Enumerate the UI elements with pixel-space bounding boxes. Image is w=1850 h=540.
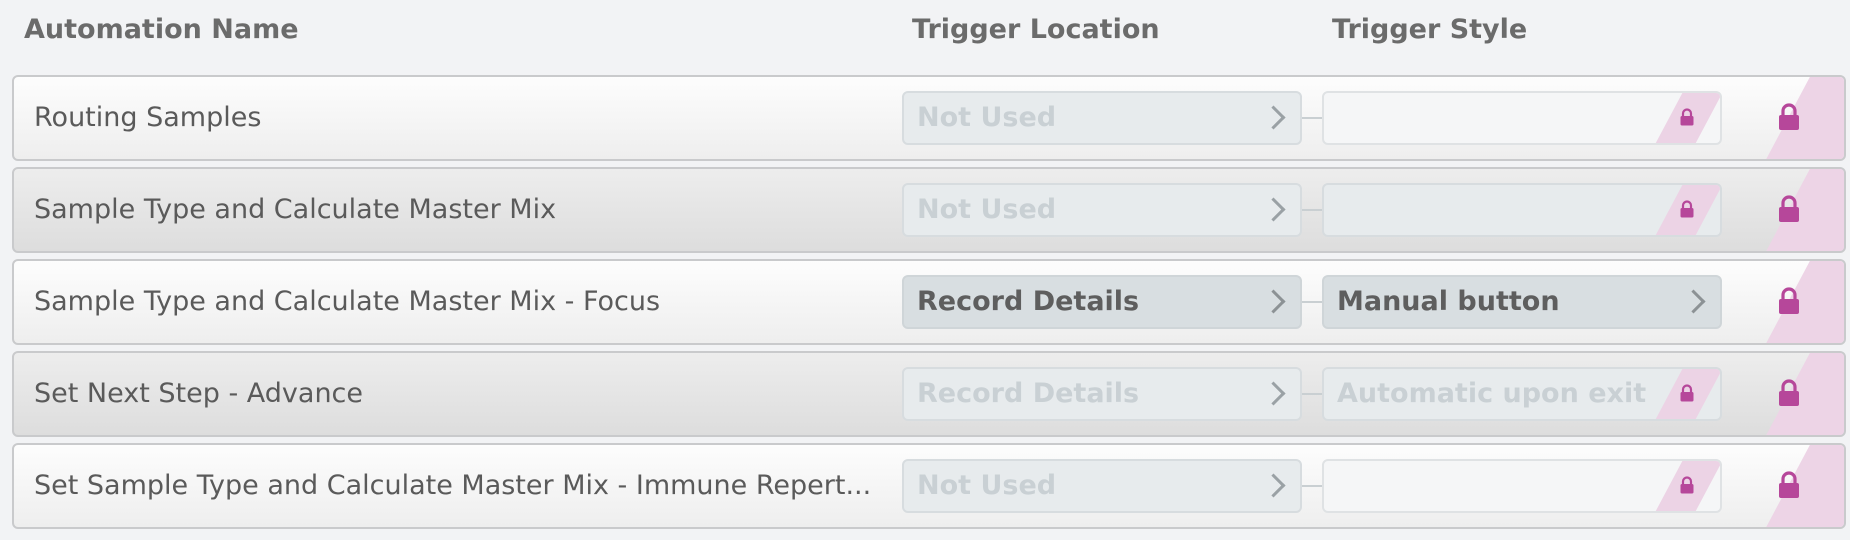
trigger-location-select[interactable]: Record Details	[902, 275, 1302, 329]
lock-icon	[1680, 108, 1694, 126]
field-connector	[1302, 301, 1322, 303]
column-header-automation-name: Automation Name	[24, 14, 299, 45]
trigger-location-select: Record Details	[902, 367, 1302, 421]
lock-icon	[1680, 476, 1694, 494]
automation-name: Set Next Step - Advance	[34, 378, 364, 409]
trigger-location-select: Not Used	[902, 183, 1302, 237]
automation-row[interactable]: Set Sample Type and Calculate Master Mix…	[12, 443, 1846, 529]
chevron-right-icon	[1681, 289, 1706, 314]
trigger-location-value: Not Used	[917, 102, 1057, 133]
trigger-location-value: Not Used	[917, 470, 1057, 501]
trigger-style-select	[1322, 91, 1722, 145]
lock-icon[interactable]	[1778, 379, 1800, 407]
automation-row[interactable]: Sample Type and Calculate Master Mix - F…	[12, 259, 1846, 345]
chevron-right-icon	[1261, 473, 1286, 498]
automation-row[interactable]: Set Next Step - Advance Record Details A…	[12, 351, 1846, 437]
field-connector	[1302, 117, 1322, 119]
trigger-style-select[interactable]: Manual button	[1322, 275, 1722, 329]
automations-table: Automation Name Trigger Location Trigger…	[0, 0, 1850, 540]
chevron-right-icon	[1261, 105, 1286, 130]
automation-name: Set Sample Type and Calculate Master Mix…	[34, 470, 872, 501]
trigger-location-value: Not Used	[917, 194, 1057, 225]
trigger-location-select: Not Used	[902, 459, 1302, 513]
row-lock-stripe	[1762, 169, 1844, 251]
chevron-right-icon	[1261, 381, 1286, 406]
chevron-right-icon	[1261, 197, 1286, 222]
chevron-right-icon	[1261, 289, 1286, 314]
trigger-style-select: Automatic upon exit	[1322, 367, 1722, 421]
trigger-style-select	[1322, 183, 1722, 237]
automation-name: Sample Type and Calculate Master Mix	[34, 194, 557, 225]
row-lock-stripe	[1762, 261, 1844, 343]
column-header-trigger-style: Trigger Style	[1332, 14, 1528, 45]
lock-icon[interactable]	[1778, 471, 1800, 499]
trigger-location-select: Not Used	[902, 91, 1302, 145]
field-connector	[1302, 485, 1322, 487]
field-connector	[1302, 393, 1322, 395]
field-connector	[1302, 209, 1322, 211]
trigger-style-value: Manual button	[1337, 286, 1560, 317]
lock-icon[interactable]	[1778, 103, 1800, 131]
lock-icon	[1680, 200, 1694, 218]
lock-icon	[1680, 384, 1694, 402]
automation-row[interactable]: Sample Type and Calculate Master Mix Not…	[12, 167, 1846, 253]
lock-icon[interactable]	[1778, 287, 1800, 315]
automation-name: Sample Type and Calculate Master Mix - F…	[34, 286, 661, 317]
trigger-style-select	[1322, 459, 1722, 513]
automation-row[interactable]: Routing Samples Not Used	[12, 75, 1846, 161]
trigger-location-value: Record Details	[917, 378, 1140, 409]
row-lock-stripe	[1762, 77, 1844, 159]
automation-rows: Routing Samples Not Used Sample Type and…	[12, 75, 1846, 535]
column-header-trigger-location: Trigger Location	[912, 14, 1160, 45]
table-header: Automation Name Trigger Location Trigger…	[0, 0, 1850, 72]
lock-icon[interactable]	[1778, 195, 1800, 223]
trigger-location-value: Record Details	[917, 286, 1140, 317]
trigger-style-value: Automatic upon exit	[1337, 378, 1647, 409]
automation-name: Routing Samples	[34, 102, 262, 133]
row-lock-stripe	[1762, 445, 1844, 527]
row-lock-stripe	[1762, 353, 1844, 435]
